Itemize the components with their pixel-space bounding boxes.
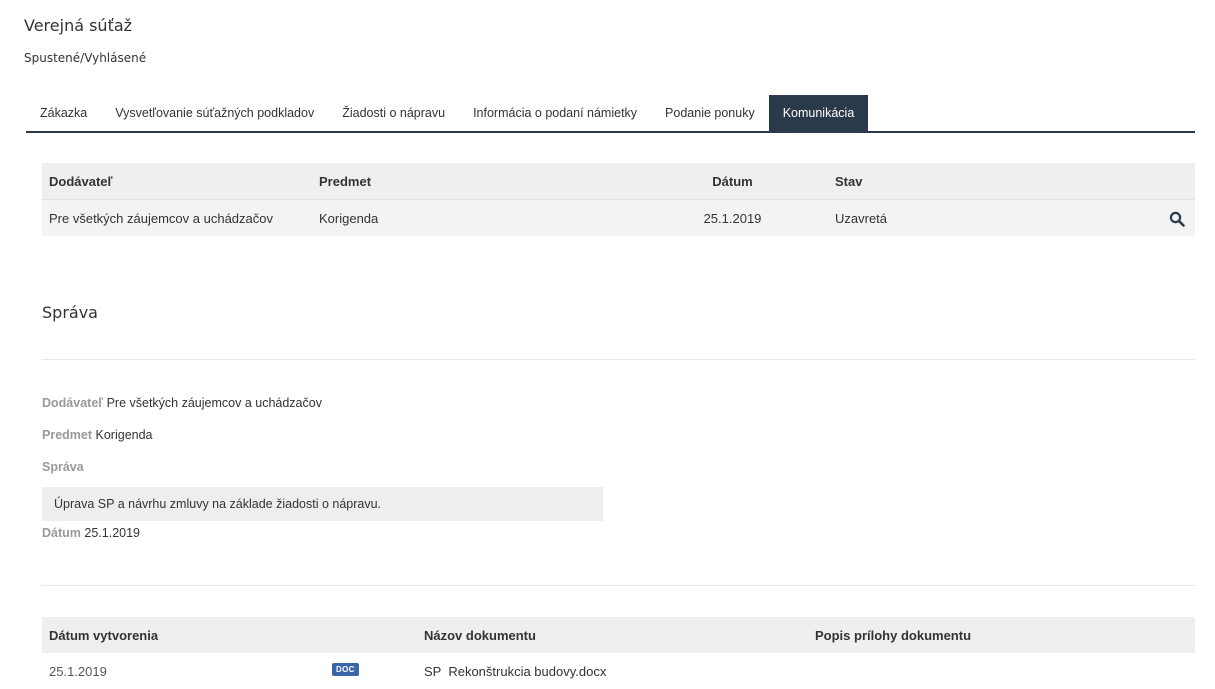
detail-supplier: Dodávateľ Pre všetkých záujemcov a uchád…	[42, 396, 322, 410]
column-header-created[interactable]: Dátum vytvorenia	[42, 628, 332, 643]
tab-bar: Zákazka Vysvetľovanie súťažných podklado…	[26, 95, 1195, 133]
communication-table: Dodávateľ Predmet Dátum Stav Pre všetkýc…	[42, 163, 1195, 236]
tab-podanie-ponuky[interactable]: Podanie ponuky	[651, 95, 769, 131]
detail-label: Predmet	[42, 428, 93, 442]
detail-label: Správa	[42, 460, 84, 474]
table-header: Dodávateľ Predmet Dátum Stav	[42, 163, 1195, 199]
column-header-document-name[interactable]: Názov dokumentu	[424, 628, 815, 643]
cell-subject: Korigenda	[319, 210, 379, 226]
column-header-supplier[interactable]: Dodávateľ	[42, 174, 314, 189]
tab-komunikacia[interactable]: Komunikácia	[768, 95, 869, 131]
tab-vysvetlovanie[interactable]: Vysvetľovanie súťažných podkladov	[101, 95, 328, 131]
cell-date: 25.1.2019	[703, 210, 762, 226]
detail-label: Dátum	[42, 526, 81, 540]
column-header-subject[interactable]: Predmet	[314, 174, 645, 189]
cell-supplier: Pre všetkých záujemcov a uchádzačov	[49, 210, 273, 226]
cell-created: 25.1.2019	[49, 663, 107, 679]
table-header: Dátum vytvorenia Názov dokumentu Popis p…	[42, 617, 1195, 653]
search-icon[interactable]	[1169, 211, 1185, 227]
section-title: Správa	[42, 303, 98, 322]
detail-date: Dátum 25.1.2019	[42, 526, 140, 540]
page-subtitle: Spustené/Vyhlásené	[24, 51, 147, 65]
page-title: Verejná súťaž	[24, 16, 133, 35]
column-header-status[interactable]: Stav	[820, 174, 1150, 189]
detail-subject: Predmet Korigenda	[42, 428, 153, 442]
detail-value: Pre všetkých záujemcov a uchádzačov	[106, 396, 322, 410]
column-header-description[interactable]: Popis prílohy dokumentu	[815, 628, 1195, 643]
detail-value: Korigenda	[95, 428, 153, 442]
message-text: Úprava SP a návrhu zmluvy na základe žia…	[42, 487, 603, 521]
divider	[42, 585, 1195, 586]
table-row[interactable]: Pre všetkých záujemcov a uchádzačov Kori…	[42, 199, 1195, 236]
divider	[42, 359, 1195, 360]
tab-zakazka[interactable]: Zákazka	[26, 95, 101, 131]
column-header-date[interactable]: Dátum	[645, 174, 820, 189]
detail-label: Dodávateľ	[42, 396, 104, 410]
tab-ziadosti[interactable]: Žiadosti o nápravu	[328, 95, 459, 131]
doc-file-icon: DOC	[332, 663, 359, 676]
detail-value: 25.1.2019	[84, 526, 140, 540]
documents-table: Dátum vytvorenia Názov dokumentu Popis p…	[42, 617, 1195, 689]
detail-message: Správa	[42, 460, 84, 474]
tab-namietky[interactable]: Informácia o podaní námietky	[459, 95, 651, 131]
table-row[interactable]: 25.1.2019 DOC SP Rekonštrukcia budovy.do…	[42, 653, 1195, 689]
document-link[interactable]: SP Rekonštrukcia budovy.docx	[424, 664, 815, 679]
cell-status: Uzavretá	[835, 210, 888, 226]
